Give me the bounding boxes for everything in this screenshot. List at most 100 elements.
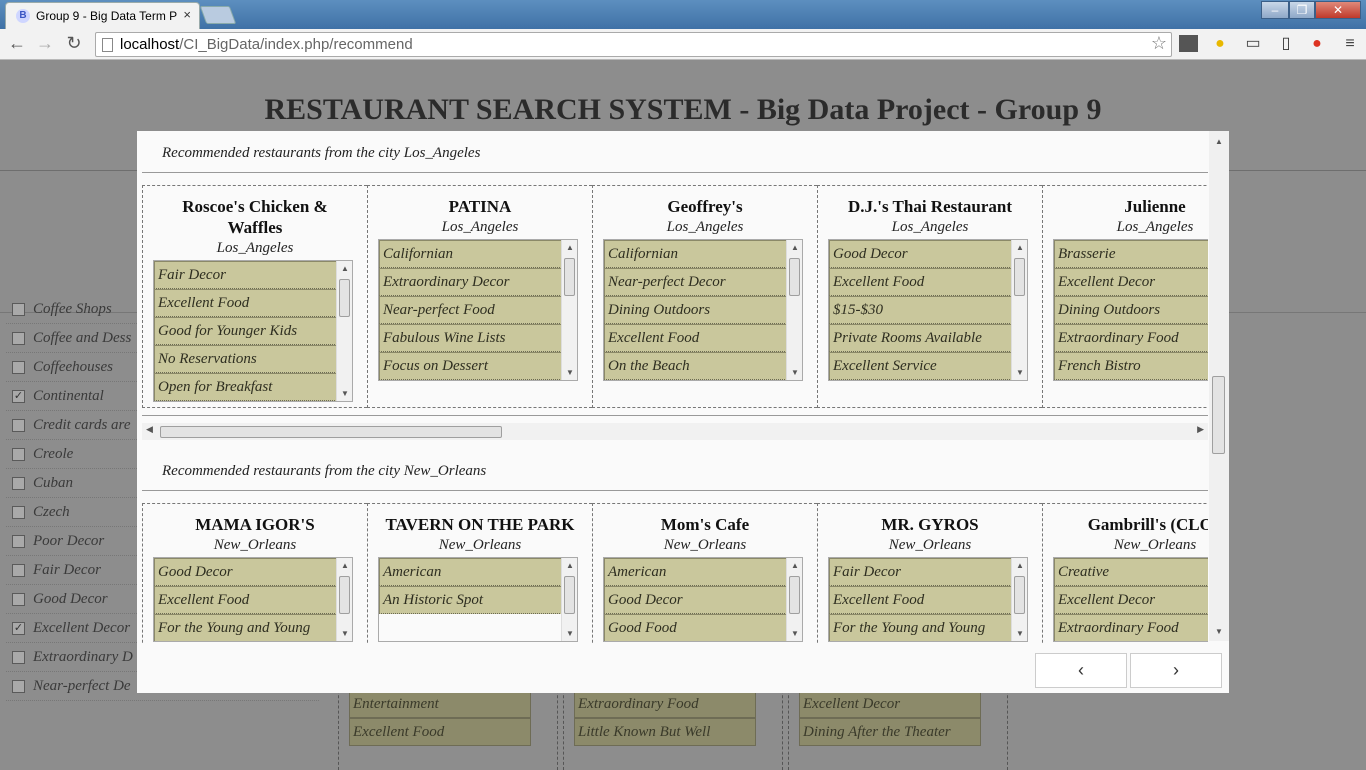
checkbox[interactable] (12, 505, 25, 519)
scroll-up-icon[interactable]: ▲ (791, 561, 799, 570)
scroll-thumb[interactable] (339, 279, 350, 317)
checkbox[interactable] (12, 331, 25, 345)
tag-scrollbar[interactable]: ▲ ▼ (1011, 240, 1027, 380)
bookmark-star-icon[interactable]: ☆ (1151, 33, 1167, 54)
cast-icon[interactable]: ▭ (1243, 34, 1263, 54)
minimize-button[interactable]: – (1261, 1, 1289, 19)
browser-tab[interactable]: B Group 9 - Big Data Term P × (5, 2, 200, 29)
reload-icon[interactable]: ↻ (63, 33, 85, 54)
tag-item: Excellent Food (154, 289, 337, 317)
checkbox[interactable]: ✓ (12, 621, 25, 635)
tag-list[interactable]: American An Historic Spot ▲ ▼ (378, 557, 578, 642)
menu-icon[interactable]: ≡ (1340, 34, 1360, 54)
bulb-extension-icon[interactable]: ● (1210, 34, 1230, 54)
new-tab-button[interactable] (199, 6, 237, 24)
tag-list[interactable]: Californian Near-perfect Decor Dining Outd… (603, 239, 803, 381)
tag-item: American (379, 558, 562, 586)
scroll-up-icon[interactable]: ▲ (341, 264, 349, 273)
scroll-down-icon[interactable]: ▼ (1215, 627, 1223, 636)
tag-list[interactable]: Fair Decor Excellent Food For the Young an… (828, 557, 1028, 642)
tag-item: Extraordinary Decor (379, 268, 562, 296)
prev-page-button[interactable]: ‹ (1035, 653, 1127, 688)
scroll-thumb[interactable] (160, 426, 502, 438)
scroll-thumb[interactable] (1212, 376, 1225, 454)
scroll-thumb[interactable] (564, 258, 575, 296)
tag-list[interactable]: Good Decor Excellent Food $15-$30 Private R… (828, 239, 1028, 381)
scroll-thumb[interactable] (564, 576, 575, 614)
window-close-button[interactable]: ✕ (1315, 1, 1361, 19)
checkbox[interactable] (12, 679, 25, 693)
restaurant-name: Gambrill's (CLOS (1087, 515, 1208, 534)
scroll-down-icon[interactable]: ▼ (1016, 368, 1024, 377)
tag-list[interactable]: Californian Extraordinary Decor Near-perfe… (378, 239, 578, 381)
tag-item: Good Food (604, 614, 787, 641)
back-icon[interactable]: ← (6, 33, 28, 54)
checkbox[interactable] (12, 476, 25, 490)
tag-item: Private Rooms Available (829, 324, 1012, 352)
tag-scrollbar[interactable]: ▲ ▼ (786, 240, 802, 380)
scroll-up-icon[interactable]: ▲ (1016, 561, 1024, 570)
restaurant-card: MAMA IGOR'S New_Orleans Good Decor Excellen… (142, 503, 367, 643)
tag-scrollbar[interactable]: ▲ ▼ (561, 558, 577, 641)
scroll-left-icon[interactable]: ◀ (146, 424, 153, 435)
tab-close-icon[interactable]: × (183, 7, 191, 22)
scroll-up-icon[interactable]: ▲ (341, 561, 349, 570)
scroll-down-icon[interactable]: ▼ (1016, 629, 1024, 638)
modal-scrollbar[interactable]: ▲ ▼ (1209, 131, 1229, 641)
scroll-thumb[interactable] (789, 576, 800, 614)
tag-list[interactable]: American Good Decor Good Food ▲ ▼ (603, 557, 803, 642)
scroll-down-icon[interactable]: ▼ (341, 389, 349, 398)
scroll-thumb[interactable] (339, 576, 350, 614)
scroll-down-icon[interactable]: ▼ (566, 629, 574, 638)
restaurant-name: Geoffrey's (667, 197, 743, 216)
scroll-thumb[interactable] (1014, 576, 1025, 614)
checkbox[interactable] (12, 534, 25, 548)
filter-label: Extraordinary D (33, 648, 133, 665)
scroll-down-icon[interactable]: ▼ (566, 368, 574, 377)
tag-list[interactable]: Brasserie Excellent Decor Dining Outdoors E… (1053, 239, 1208, 381)
stop-extension-icon[interactable]: ● (1307, 34, 1327, 54)
checkbox[interactable] (12, 302, 25, 316)
tag-item: Excellent Decor (1054, 586, 1208, 614)
tag-item: Dining Outdoors (1054, 296, 1208, 324)
checkbox[interactable] (12, 418, 25, 432)
background-card: Extraordinary Food Little Known But Well (563, 685, 783, 770)
scroll-down-icon[interactable]: ▼ (791, 368, 799, 377)
checkbox[interactable] (12, 563, 25, 577)
scroll-right-icon[interactable]: ▶ (1197, 424, 1204, 435)
scroll-down-icon[interactable]: ▼ (791, 629, 799, 638)
checkbox[interactable]: ✓ (12, 389, 25, 403)
restaurant-card: Mom's Cafe New_Orleans American Good Decor G… (592, 503, 817, 643)
scroll-down-icon[interactable]: ▼ (341, 629, 349, 638)
scroll-up-icon[interactable]: ▲ (566, 561, 574, 570)
checkbox[interactable] (12, 360, 25, 374)
tag-scrollbar[interactable]: ▲ ▼ (1011, 558, 1027, 641)
next-page-button[interactable]: › (1130, 653, 1222, 688)
horizontal-scrollbar[interactable]: ◀ ▶ (142, 423, 1208, 440)
maximize-button[interactable]: ❐ (1289, 1, 1315, 19)
tag-scrollbar[interactable]: ▲ ▼ (336, 558, 352, 641)
tag-scrollbar[interactable]: ▲ ▼ (786, 558, 802, 641)
list-item: Excellent Food (349, 718, 531, 746)
checkbox[interactable] (12, 650, 25, 664)
scroll-up-icon[interactable]: ▲ (566, 243, 574, 252)
restaurant-card: Roscoe's Chicken & Waffles Los_Angeles Fai… (142, 185, 367, 408)
tag-list[interactable]: Good Decor Excellent Food For the Young an… (153, 557, 353, 642)
checkbox[interactable] (12, 447, 25, 461)
tag-list[interactable]: Creative Excellent Decor Extraordinary Foo… (1053, 557, 1208, 642)
chart-extension-icon[interactable] (1179, 35, 1198, 52)
scroll-up-icon[interactable]: ▲ (1016, 243, 1024, 252)
tag-list[interactable]: Fair Decor Excellent Food Good for Younger… (153, 260, 353, 402)
scroll-thumb[interactable] (1014, 258, 1025, 296)
scroll-up-icon[interactable]: ▲ (1215, 137, 1223, 146)
tag-scrollbar[interactable]: ▲ ▼ (336, 261, 352, 401)
scroll-up-icon[interactable]: ▲ (791, 243, 799, 252)
checkbox[interactable] (12, 592, 25, 606)
address-bar[interactable]: localhost/CI_BigData/index.php/recommend… (95, 32, 1172, 57)
tag-scrollbar[interactable]: ▲ ▼ (561, 240, 577, 380)
background-card: Entertainment Excellent Food (338, 685, 558, 770)
forward-icon[interactable]: → (34, 33, 56, 54)
page-title: RESTAURANT SEARCH SYSTEM - Big Data Proj… (264, 93, 1102, 126)
scroll-thumb[interactable] (789, 258, 800, 296)
device-extension-icon[interactable]: ▯ (1276, 34, 1296, 54)
